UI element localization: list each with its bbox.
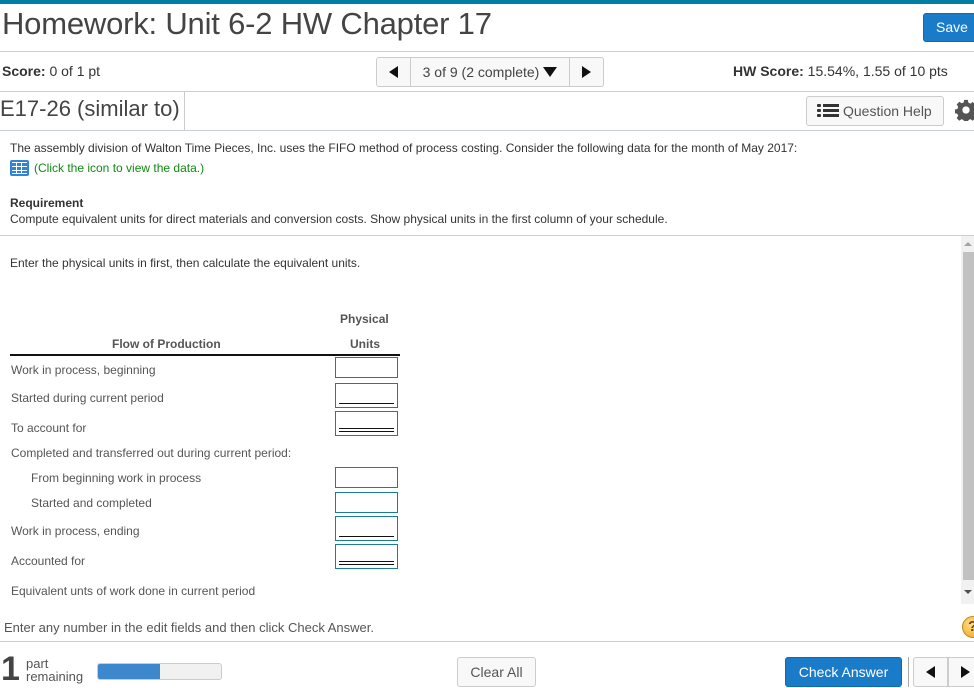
footer-question-navigator	[913, 657, 974, 687]
question-id: E17-26 (similar to)	[0, 96, 180, 121]
row-label-wip-beginning: Work in process, beginning	[11, 363, 156, 377]
row-label-to-account-for: To account for	[11, 421, 87, 435]
hw-score-value: 15.54%, 1.55 of 10 pts	[803, 63, 948, 79]
scrollbar[interactable]	[961, 236, 974, 604]
divider	[0, 235, 974, 236]
input-started-completed[interactable]	[335, 492, 398, 513]
row-label-accounted-for: Accounted for	[11, 554, 86, 568]
view-data-text: (Click the icon to view the data.)	[34, 161, 205, 175]
progress-fill	[98, 664, 160, 679]
column-header-units: Units	[350, 337, 380, 351]
check-answer-button[interactable]: Check Answer	[785, 657, 902, 687]
arrow-left-icon	[926, 666, 935, 678]
page-title: Homework: Unit 6-2 HW Chapter 17	[2, 6, 492, 41]
row-label-equivalent-units: Equivalent unts of work done in current …	[11, 584, 256, 598]
row-label-started-completed: Started and completed	[31, 496, 152, 510]
question-position: 3 of 9 (2 complete)	[422, 64, 540, 80]
footer-message: Enter any number in the edit fields and …	[4, 620, 374, 635]
top-accent-bar	[0, 0, 974, 4]
score-label: Score:	[2, 63, 46, 79]
row-label-from-beginning-wip: From beginning work in process	[31, 471, 202, 485]
requirement-text: Compute equivalent units for direct mate…	[10, 212, 668, 226]
save-button[interactable]: Save	[923, 13, 974, 42]
arrow-right-icon	[582, 66, 591, 78]
footer-next-button[interactable]	[948, 658, 974, 686]
input-to-account-for[interactable]	[335, 411, 398, 436]
gear-icon[interactable]	[955, 99, 974, 121]
data-table-icon	[10, 160, 29, 176]
progress-bar	[97, 663, 222, 680]
scrollbar-thumb[interactable]	[963, 252, 974, 580]
input-started[interactable]	[335, 383, 398, 408]
view-data-link[interactable]: (Click the icon to view the data.)	[10, 160, 204, 176]
question-help-label: Question Help	[843, 103, 932, 119]
divider	[0, 130, 974, 131]
divider	[0, 641, 974, 642]
help-icon[interactable]: ?	[962, 616, 974, 638]
divider	[0, 51, 974, 52]
previous-question-button[interactable]	[377, 58, 411, 86]
divider-vertical	[184, 92, 185, 130]
parts-remaining-text: part remaining	[26, 657, 83, 683]
divider	[0, 91, 974, 92]
question-intro: The assembly division of Walton Time Pie…	[10, 141, 798, 155]
divider-vertical	[908, 657, 909, 687]
list-icon	[817, 104, 839, 118]
instruction-text: Enter the physical units in first, then …	[10, 256, 361, 270]
hw-score: HW Score: 15.54%, 1.55 of 10 pts	[733, 63, 948, 79]
requirement-title: Requirement	[10, 196, 84, 210]
column-header-flow: Flow of Production	[112, 337, 221, 351]
question-help-button[interactable]: Question Help	[806, 96, 944, 126]
score: Score: 0 of 1 pt	[2, 63, 100, 79]
parts-remaining-count: 1	[1, 650, 20, 688]
score-value: 0 of 1 pt	[45, 63, 101, 79]
question-select-dropdown[interactable]: 3 of 9 (2 complete)	[411, 58, 569, 86]
hw-score-label: HW Score:	[733, 63, 804, 79]
question-navigator: 3 of 9 (2 complete)	[376, 57, 604, 87]
next-question-button[interactable]	[569, 58, 603, 86]
header-rule	[10, 354, 400, 356]
input-accounted-for[interactable]	[335, 544, 398, 569]
footer-previous-button[interactable]	[914, 658, 948, 686]
column-header-physical: Physical	[340, 312, 389, 326]
input-wip-ending[interactable]	[335, 516, 398, 541]
arrow-right-icon	[961, 666, 970, 678]
caret-down-icon	[543, 67, 558, 77]
clear-all-button[interactable]: Clear All	[457, 657, 536, 687]
row-label-completed-transferred: Completed and transferred out during cur…	[11, 446, 292, 460]
input-from-beginning-wip[interactable]	[335, 467, 398, 488]
row-label-started: Started during current period	[11, 391, 164, 405]
input-wip-beginning[interactable]	[335, 357, 398, 378]
arrow-left-icon	[389, 66, 398, 78]
remaining-word: remaining	[26, 669, 84, 684]
row-label-wip-ending: Work in process, ending	[11, 524, 140, 538]
scroll-up-icon[interactable]	[964, 242, 972, 246]
scroll-down-icon[interactable]	[964, 590, 972, 594]
